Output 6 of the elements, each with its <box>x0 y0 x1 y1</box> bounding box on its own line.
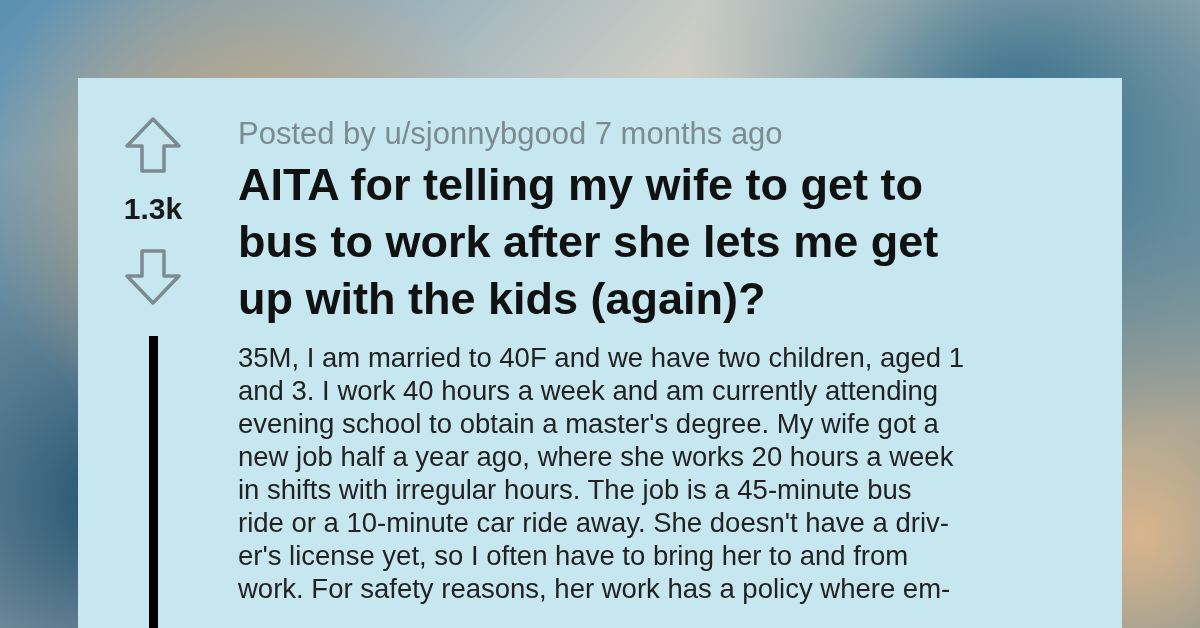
downvote-icon[interactable] <box>124 248 182 306</box>
upvote-icon[interactable] <box>124 116 182 174</box>
post-body: 35M, I am married to 40F and we have two children, aged 1 and 3. I work 40 hours a week and am currently attending evening school to obtain a master's degree. My wife got a new job half a year ago, where she works 20 hours a week in shifts with irregular hours. The job is a 45-minute bus ride or a 10-minute car ride away. She doesn't have a driv- er's license yet, so I often have to bring her to and from work. For safety reasons, her work has a policy where em- <box>238 341 965 605</box>
vote-count: 1.3k <box>123 192 183 226</box>
post-title: AITA for telling my wife to get to bus to work after she lets me get up with the kids (again)? <box>238 158 940 326</box>
post-byline: Posted by u/sjonnybgood 7 months ago <box>238 116 784 152</box>
